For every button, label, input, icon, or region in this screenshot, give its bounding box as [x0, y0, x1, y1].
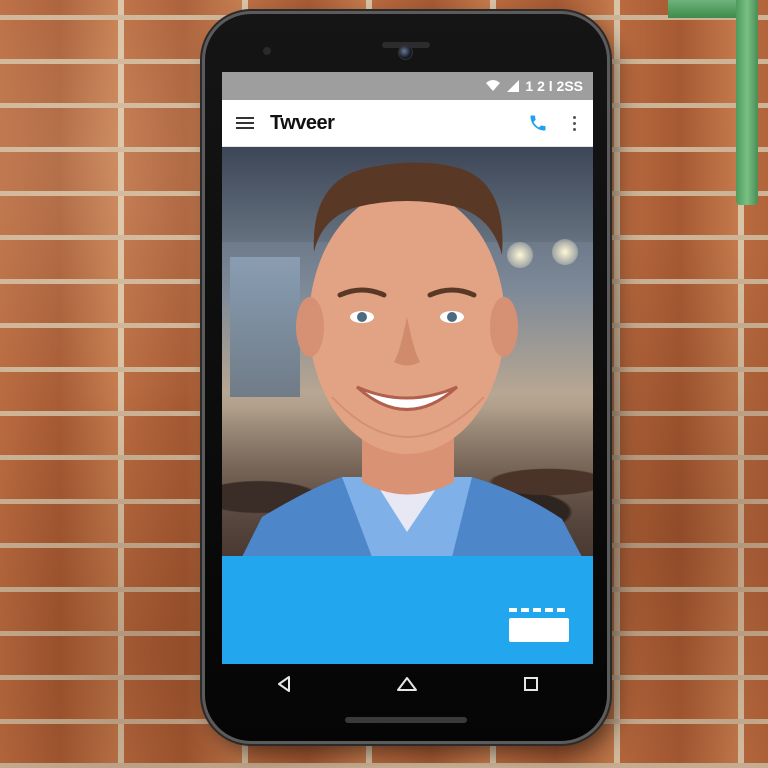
app-bar: Twveer [222, 100, 593, 147]
status-text: 1 2 l 2SS [525, 78, 583, 94]
hamburger-menu-icon[interactable] [236, 114, 254, 132]
blue-action-panel [222, 556, 593, 664]
status-bar: 1 2 l 2SS [222, 72, 593, 100]
home-icon[interactable] [387, 669, 427, 699]
back-triangle-icon[interactable] [264, 669, 304, 699]
more-vertical-icon[interactable] [569, 112, 579, 134]
phone-icon[interactable] [525, 110, 551, 136]
front-camera [398, 45, 413, 60]
app-title: Twveer [270, 111, 335, 134]
phone-screen: 1 2 l 2SS Twveer [222, 72, 593, 664]
green-pipe-vertical [736, 0, 758, 205]
smiling-man-photo [242, 162, 582, 557]
panel-button[interactable] [509, 618, 569, 642]
home-indicator [345, 717, 467, 723]
recents-square-icon[interactable] [511, 669, 551, 699]
profile-photo [222, 147, 593, 557]
wifi-icon [486, 80, 501, 91]
proximity-sensor [263, 47, 271, 55]
navigation-bar [222, 664, 593, 704]
panel-dashes [509, 608, 567, 612]
signal-icon [507, 80, 520, 92]
smartphone: 1 2 l 2SS Twveer [205, 14, 607, 741]
